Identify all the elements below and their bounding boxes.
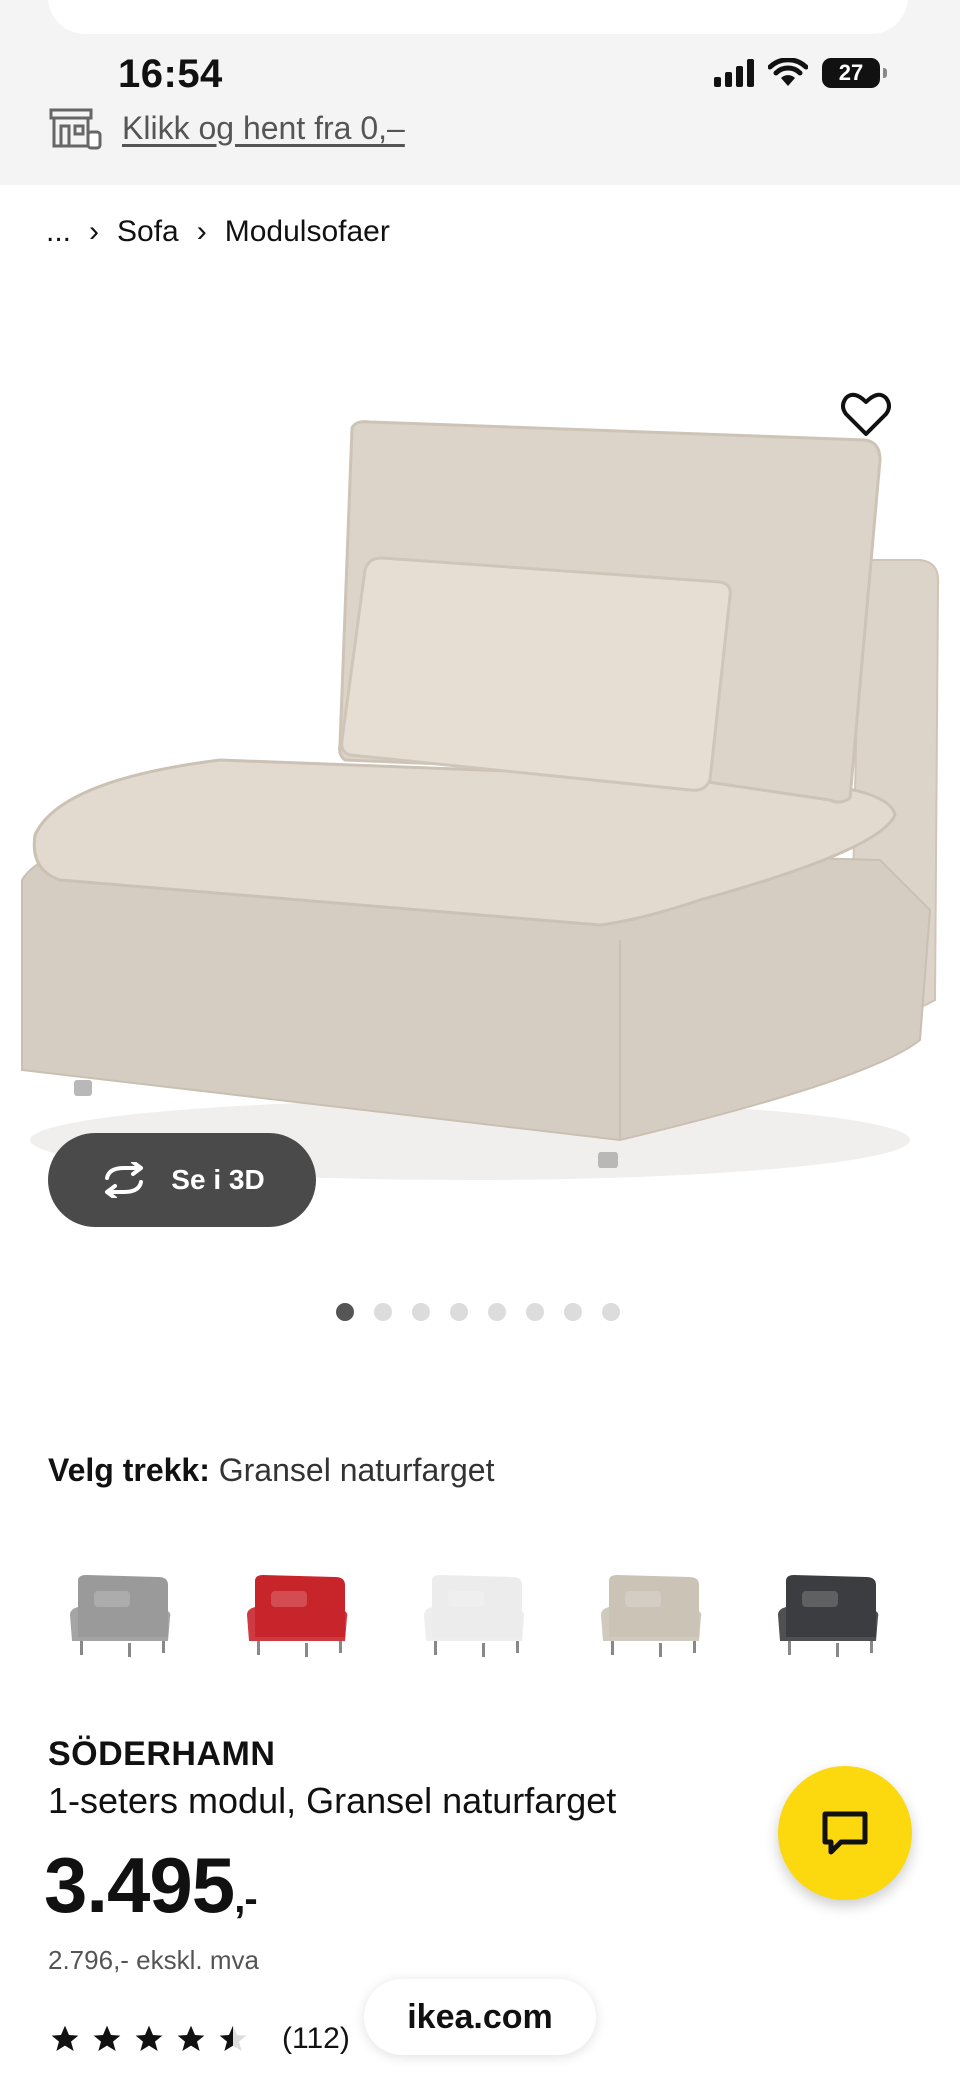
review-count[interactable]: (112)	[282, 2022, 350, 2056]
breadcrumb: ... › Sofa › Modulsofaer	[46, 215, 390, 249]
swatch-dark-grey[interactable]	[766, 1545, 891, 1670]
gallery-dot[interactable]	[450, 1303, 468, 1321]
price-excl-vat: 2.796,- ekskl. mva	[48, 1945, 259, 1975]
gallery-dot[interactable]	[488, 1303, 506, 1321]
product-rating[interactable]: (112)	[48, 2022, 350, 2056]
chat-button[interactable]	[778, 1766, 912, 1900]
swatch-chair	[601, 1575, 702, 1657]
swatch-chair-shape	[70, 1607, 171, 1641]
swatch-chair-shape	[870, 1641, 873, 1653]
price-suffix: ,-	[234, 1877, 257, 1921]
top-bar: 16:54 27 Klikk og hent fra 0,–	[0, 0, 960, 185]
swatch-chair	[424, 1575, 525, 1657]
swatch-chair	[247, 1575, 348, 1657]
store-icon	[49, 108, 102, 150]
star-icon	[93, 2025, 121, 2051]
swatch-chair-shape	[625, 1591, 661, 1607]
cellular-signal-icon	[714, 59, 754, 87]
breadcrumb-ellipsis[interactable]: ...	[46, 215, 71, 249]
half-star-icon	[219, 2025, 247, 2051]
swatch-chair-shape	[659, 1643, 662, 1657]
cover-selection-label: Velg trekk: Gransel naturfarget	[48, 1452, 494, 1489]
product-price: 3.495,-	[44, 1840, 258, 1931]
chevron-right-icon: ›	[89, 215, 100, 248]
gallery-dot[interactable]	[374, 1303, 392, 1321]
swatch-chair-shape	[339, 1641, 342, 1653]
swatch-chair-shape	[448, 1591, 484, 1607]
cover-selected-value: Gransel naturfarget	[218, 1452, 495, 1488]
swatch-chair-shape	[80, 1641, 83, 1655]
swatch-chair-shape	[305, 1643, 308, 1657]
chat-bubble-icon	[822, 1811, 868, 1855]
swatch-chair-shape	[601, 1607, 702, 1641]
breadcrumb-item-sofa[interactable]: Sofa	[117, 215, 179, 249]
top-search-pill[interactable]	[48, 0, 908, 34]
wifi-icon	[768, 58, 808, 86]
breadcrumb-item-modulsofaer[interactable]: Modulsofaer	[225, 215, 390, 249]
cover-label: Velg trekk:	[48, 1452, 210, 1488]
see-in-3d-label: Se i 3D	[171, 1164, 265, 1195]
swatch-chair-shape	[788, 1641, 791, 1655]
swatch-chair-shape	[94, 1591, 130, 1607]
swatch-beige[interactable]	[589, 1545, 714, 1670]
swatch-grey[interactable]	[58, 1545, 183, 1670]
star-icon	[135, 2025, 163, 2051]
swatch-chair	[70, 1575, 171, 1657]
product-name: SÖDERHAMN	[48, 1735, 276, 1773]
swatch-chair-shape	[162, 1641, 165, 1653]
swatch-chair-shape	[434, 1641, 437, 1655]
cover-swatches	[58, 1545, 891, 1670]
swatch-chair-shape	[836, 1643, 839, 1657]
swatch-chair-shape	[611, 1641, 614, 1655]
swatch-chair-shape	[128, 1643, 131, 1657]
swatch-chair-shape	[257, 1641, 260, 1655]
swatch-chair-shape	[693, 1641, 696, 1653]
browser-domain-pill[interactable]: ikea.com	[364, 1979, 596, 2055]
gallery-dot[interactable]	[526, 1303, 544, 1321]
chevron-right-icon: ›	[196, 215, 207, 248]
click-collect-link[interactable]: Klikk og hent fra 0,–	[48, 106, 405, 150]
swatch-chair-shape	[482, 1643, 485, 1657]
rotate-3d-icon	[105, 1162, 144, 1198]
swatch-chair-shape	[424, 1607, 525, 1641]
product-description: 1-seters modul, Gransel naturfarget	[48, 1780, 617, 1821]
swatch-chair-shape	[516, 1641, 519, 1653]
gallery-dot[interactable]	[412, 1303, 430, 1321]
swatch-chair-shape	[247, 1607, 348, 1641]
swatch-chair	[778, 1575, 879, 1657]
star-icon	[177, 2025, 205, 2051]
swatch-white[interactable]	[412, 1545, 537, 1670]
status-icons: 27	[714, 58, 887, 88]
gallery-pagination	[336, 1303, 620, 1321]
swatch-chair-shape	[778, 1607, 879, 1641]
gallery-dot[interactable]	[602, 1303, 620, 1321]
see-in-3d-button[interactable]: Se i 3D	[48, 1133, 316, 1227]
heart-icon[interactable]	[838, 386, 894, 442]
click-collect-text[interactable]: Klikk og hent fra 0,–	[122, 110, 405, 147]
battery-icon: 27	[822, 58, 887, 88]
swatch-chair-shape	[271, 1591, 307, 1607]
swatch-red[interactable]	[235, 1545, 360, 1670]
gallery-dot[interactable]	[336, 1303, 354, 1321]
gallery-dot[interactable]	[564, 1303, 582, 1321]
price-value: 3.495	[44, 1841, 235, 1929]
status-time: 16:54	[118, 52, 223, 96]
star-icon	[51, 2025, 79, 2051]
swatch-chair-shape	[802, 1591, 838, 1607]
